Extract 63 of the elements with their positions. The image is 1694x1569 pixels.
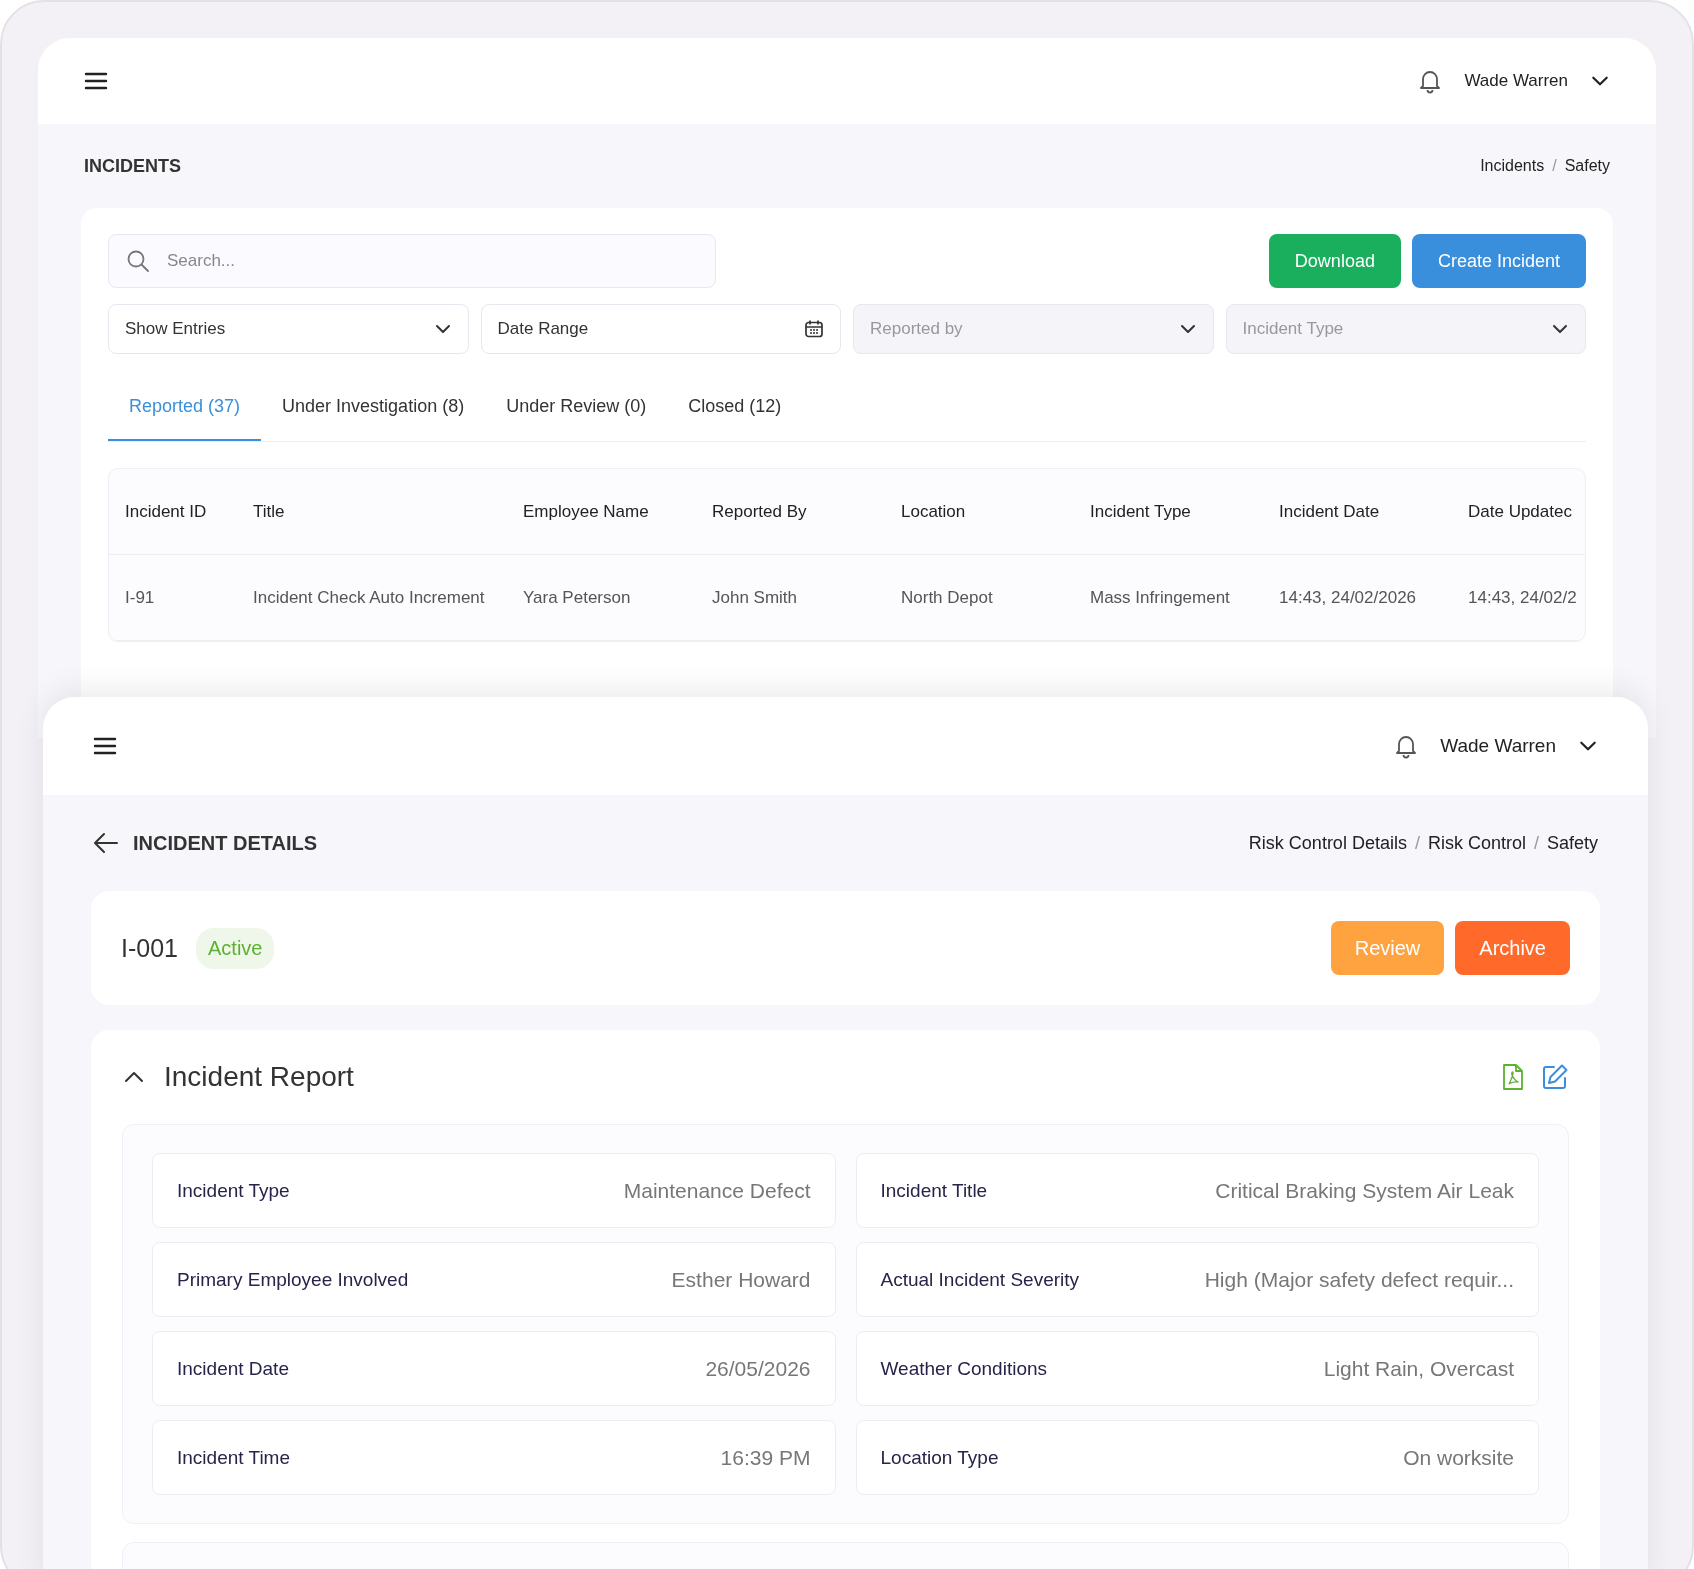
table-cell: North Depot bbox=[885, 555, 1074, 641]
filter-dropdown[interactable]: Date Range bbox=[480, 304, 841, 354]
field-label: Weather Conditions bbox=[880, 1357, 1048, 1380]
breadcrumb-link[interactable]: Incidents bbox=[1480, 157, 1545, 175]
breadcrumb-link[interactable]: Risk Control bbox=[1427, 832, 1526, 854]
table-cell: I-91 bbox=[109, 555, 237, 641]
breadcrumb-link[interactable]: Safety bbox=[1546, 832, 1598, 854]
field-label: Location Type bbox=[880, 1446, 999, 1469]
breadcrumb-separator: / bbox=[1533, 832, 1539, 854]
back-arrow-icon[interactable] bbox=[93, 832, 119, 854]
bell-icon[interactable] bbox=[1394, 733, 1419, 759]
column-header: Title bbox=[237, 469, 507, 555]
field-value: High (Major safety defect requir... bbox=[1204, 1267, 1514, 1292]
user-name[interactable]: Wade Warren bbox=[1464, 71, 1568, 91]
user-name[interactable]: Wade Warren bbox=[1440, 735, 1556, 757]
table-cell: Yara Peterson bbox=[507, 555, 696, 641]
calendar-icon bbox=[804, 319, 824, 339]
edit-icon[interactable] bbox=[1541, 1063, 1569, 1091]
field-value: Maintenance Defect bbox=[623, 1178, 811, 1203]
tab[interactable]: Under Investigation (8) bbox=[261, 368, 486, 441]
record-id: I-001 bbox=[121, 933, 178, 963]
filter-dropdown[interactable]: Show Entries bbox=[108, 304, 469, 354]
pdf-file-icon[interactable] bbox=[1501, 1063, 1525, 1091]
field-value: On worksite bbox=[1403, 1445, 1514, 1470]
breadcrumb-link[interactable]: Risk Control Details bbox=[1248, 832, 1407, 854]
column-header: Date Updatec bbox=[1452, 469, 1585, 555]
column-header: Incident Date bbox=[1263, 469, 1452, 555]
table-cell: 14:43, 24/02/2026 bbox=[1263, 555, 1452, 641]
table-cell: 14:43, 24/02/2 bbox=[1452, 555, 1585, 641]
page-title: INCIDENTS bbox=[84, 155, 181, 177]
tab[interactable]: Closed (12) bbox=[667, 368, 803, 441]
breadcrumb-link[interactable]: Safety bbox=[1564, 157, 1610, 175]
column-header: Incident ID bbox=[109, 469, 237, 555]
status-badge: Active bbox=[196, 927, 275, 969]
field-label: Incident Type bbox=[177, 1179, 290, 1202]
column-header: Incident Type bbox=[1074, 469, 1263, 555]
page-title: INCIDENT DETAILS bbox=[133, 831, 318, 855]
table-cell: Mass Infringement bbox=[1074, 555, 1263, 641]
search-field[interactable]: Search... bbox=[108, 234, 716, 288]
table-cell: Incident Check Auto Increment bbox=[237, 555, 507, 641]
section-title: Incident Report bbox=[164, 1061, 354, 1093]
menu-icon[interactable] bbox=[84, 71, 108, 91]
tab[interactable]: Reported (37) bbox=[108, 368, 262, 441]
field-label: Actual Incident Severity bbox=[880, 1268, 1080, 1291]
search-icon bbox=[126, 249, 150, 273]
field-value: 26/05/2026 bbox=[705, 1356, 811, 1381]
field-value: 16:39 PM bbox=[720, 1445, 811, 1470]
field-label: Incident Time bbox=[177, 1446, 290, 1469]
field-value: Light Rain, Overcast bbox=[1323, 1356, 1514, 1381]
field-label: Incident Title bbox=[880, 1179, 988, 1202]
bell-icon[interactable] bbox=[1418, 68, 1443, 94]
breadcrumb-separator: / bbox=[1414, 832, 1420, 854]
breadcrumb-separator: / bbox=[1552, 157, 1557, 175]
field-label: Primary Employee Involved bbox=[177, 1268, 409, 1291]
table-cell: John Smith bbox=[696, 555, 885, 641]
field-value: Critical Braking System Air Leak bbox=[1215, 1178, 1514, 1203]
menu-icon[interactable] bbox=[93, 736, 117, 756]
field-value: Esther Howard bbox=[671, 1267, 811, 1292]
column-header: Reported By bbox=[696, 469, 885, 555]
field-label: Incident Date bbox=[177, 1357, 289, 1380]
column-header: Location bbox=[885, 469, 1074, 555]
tab[interactable]: Under Review (0) bbox=[485, 368, 668, 441]
column-header: Employee Name bbox=[507, 469, 696, 555]
